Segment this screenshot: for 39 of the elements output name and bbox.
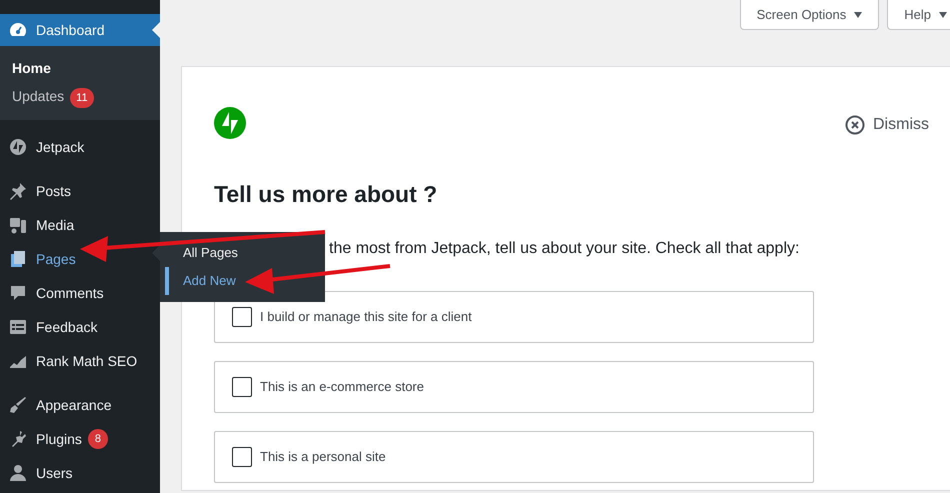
caret-icon — [854, 12, 862, 18]
intro-text: the most from Jetpack, tell us about your site. Check all that apply: — [329, 238, 800, 259]
heading: Tell us more about ? — [214, 181, 438, 209]
brush-icon — [8, 395, 28, 415]
bolt-logo-icon — [214, 107, 246, 139]
checkbox-option[interactable]: This is a personal site — [214, 430, 814, 483]
menu-item[interactable]: Pages — [0, 242, 160, 276]
checkbox-option[interactable]: This is an e-commerce store — [214, 360, 814, 413]
checkbox-option[interactable]: I build or manage this site for a client — [214, 290, 814, 343]
count-badge: 11 — [70, 88, 94, 108]
menu-item[interactable]: Feedback — [0, 310, 160, 344]
menu-item[interactable]: Dashboard — [0, 14, 160, 46]
pin-icon — [8, 181, 28, 201]
comment-icon — [8, 283, 28, 303]
menu-item[interactable]: Rank Math SEO — [0, 344, 160, 378]
menu-item[interactable]: Jetpack — [0, 130, 160, 164]
close-icon — [845, 115, 865, 135]
user-icon — [8, 463, 28, 483]
checkbox[interactable] — [232, 446, 252, 467]
checkbox[interactable] — [232, 376, 252, 397]
caret-icon — [939, 12, 947, 18]
dropdown-button[interactable]: Help — [887, 0, 950, 30]
menu-item[interactable]: Plugins 8 — [0, 422, 160, 456]
menu-item[interactable]: Appearance — [0, 388, 160, 422]
pages-icon — [8, 249, 28, 269]
submenu-item[interactable]: Add New — [165, 267, 236, 295]
menu-item[interactable]: Users — [0, 456, 160, 490]
dropdown-button[interactable]: Screen Options — [740, 0, 880, 30]
dismiss-button[interactable]: Dismiss — [845, 113, 929, 137]
media-icon — [8, 215, 28, 235]
menu-item[interactable]: Posts — [0, 174, 160, 208]
menu-item[interactable]: Comments — [0, 276, 160, 310]
submenu-item[interactable]: All Pages — [165, 239, 238, 267]
feedback-icon — [8, 317, 28, 337]
count-badge: 8 — [88, 429, 108, 449]
menu-item[interactable]: Media — [0, 208, 160, 242]
submenu-item[interactable]: Home — [12, 54, 51, 82]
checkbox[interactable] — [232, 306, 252, 327]
submenu-item[interactable]: Updates 11 — [12, 82, 94, 110]
